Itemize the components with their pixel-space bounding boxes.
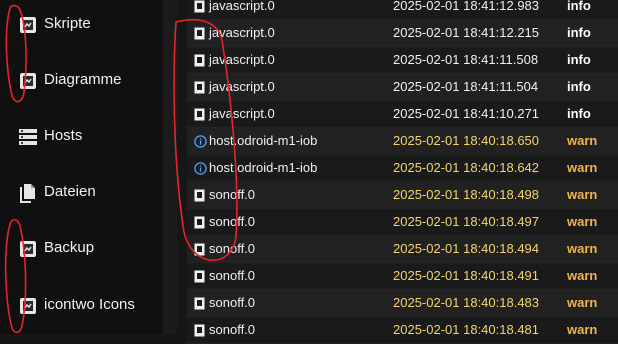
sidebar-item-icontwo-icons[interactable]: icontwo Icons (0, 285, 163, 325)
log-row[interactable]: sonoff.0 2025-02-01 18:40:18.498 warn (187, 182, 618, 209)
log-timestamp: 2025-02-01 18:40:18.483 (393, 295, 540, 310)
sidebar-item-label: Diagramme (44, 71, 122, 88)
icons-icon (17, 295, 39, 317)
adapter-icon (194, 216, 205, 229)
log-row[interactable]: sonoff.0 2025-02-01 18:40:18.483 warn (187, 290, 618, 317)
log-source: sonoff.0 (209, 268, 256, 283)
log-timestamp: 2025-02-01 18:40:18.498 (393, 187, 540, 202)
info-circle-icon (194, 162, 207, 175)
adapter-icon (194, 54, 205, 67)
log-row[interactable]: sonoff.0 2025-02-01 18:40:18.494 warn (187, 236, 618, 263)
log-level: warn (567, 268, 598, 283)
adapter-icon (194, 108, 205, 121)
sidebar-item-backup[interactable]: Backup (0, 228, 163, 268)
log-table: javascript.0 2025-02-01 18:41:12.983 info j… (187, 0, 618, 344)
backup-icon (17, 238, 39, 260)
log-timestamp: 2025-02-01 18:40:18.494 (393, 241, 540, 256)
sidebar-item-label: Hosts (44, 127, 83, 144)
log-row[interactable]: sonoff.0 2025-02-01 18:40:18.491 warn (187, 263, 618, 290)
sidebar-item-skripte[interactable]: Skripte (0, 4, 163, 44)
sidebar-item-hosts[interactable]: Hosts (0, 116, 163, 156)
log-row[interactable]: javascript.0 2025-02-01 18:41:11.504 info (187, 74, 618, 101)
script-icon (17, 14, 39, 36)
log-timestamp: 2025-02-01 18:40:18.642 (393, 160, 540, 175)
log-level: warn (567, 214, 598, 229)
sidebar-item-dateien[interactable]: Dateien (0, 172, 163, 212)
log-row[interactable]: javascript.0 2025-02-01 18:41:12.983 info (187, 0, 618, 20)
log-source: sonoff.0 (209, 322, 256, 337)
log-source: sonoff.0 (209, 295, 256, 310)
log-source: sonoff.0 (209, 214, 256, 229)
adapter-icon (194, 0, 205, 13)
log-source: host.odroid-m1-iob (209, 133, 318, 148)
log-timestamp: 2025-02-01 18:41:12.215 (393, 25, 540, 40)
log-level: warn (567, 295, 598, 310)
log-source: javascript.0 (209, 79, 275, 94)
log-source: sonoff.0 (209, 241, 256, 256)
log-timestamp: 2025-02-01 18:41:11.504 (393, 79, 539, 94)
log-level: info (567, 79, 591, 94)
log-level: info (567, 106, 591, 121)
log-level: warn (567, 133, 598, 148)
files-icon (17, 182, 39, 204)
log-row[interactable]: javascript.0 2025-02-01 18:41:12.215 info (187, 20, 618, 47)
log-level: warn (567, 322, 598, 337)
log-timestamp: 2025-02-01 18:41:11.508 (393, 52, 539, 67)
log-level: info (567, 0, 591, 13)
log-row[interactable]: sonoff.0 2025-02-01 18:40:18.497 warn (187, 209, 618, 236)
log-source: javascript.0 (209, 106, 275, 121)
sidebar-item-diagramme[interactable]: Diagramme (0, 60, 163, 100)
adapter-icon (194, 324, 205, 337)
info-circle-icon (194, 135, 207, 148)
hosts-icon (17, 126, 39, 148)
log-row[interactable]: host.odroid-m1-iob 2025-02-01 18:40:18.65… (187, 128, 618, 155)
sidebar-item-label: icontwo Icons (44, 296, 135, 313)
log-timestamp: 2025-02-01 18:40:18.481 (393, 322, 540, 337)
log-level: warn (567, 160, 598, 175)
log-level: info (567, 25, 591, 40)
log-source: sonoff.0 (209, 187, 256, 202)
log-timestamp: 2025-02-01 18:41:12.983 (393, 0, 540, 13)
log-timestamp: 2025-02-01 18:40:18.497 (393, 214, 540, 229)
adapter-icon (194, 189, 205, 202)
sidebar: Skripte Diagramme Hosts Dateien Backup i… (0, 0, 163, 334)
log-row[interactable]: sonoff.0 2025-02-01 18:40:18.481 warn (187, 317, 618, 344)
log-level: info (567, 52, 591, 67)
adapter-icon (194, 27, 205, 40)
log-source: host.odroid-m1-iob (209, 160, 318, 175)
log-timestamp: 2025-02-01 18:41:10.271 (393, 106, 540, 121)
log-timestamp: 2025-02-01 18:40:18.491 (393, 268, 540, 283)
adapter-icon (194, 270, 205, 283)
log-level: warn (567, 187, 598, 202)
sidebar-divider (163, 0, 177, 334)
log-timestamp: 2025-02-01 18:40:18.650 (393, 133, 540, 148)
log-source: javascript.0 (209, 25, 275, 40)
adapter-icon (194, 297, 205, 310)
log-source: javascript.0 (209, 52, 275, 67)
log-row[interactable]: javascript.0 2025-02-01 18:41:10.271 info (187, 101, 618, 128)
log-source: javascript.0 (209, 0, 275, 13)
sidebar-item-label: Dateien (44, 183, 96, 200)
sidebar-item-label: Backup (44, 239, 95, 256)
log-level: warn (567, 241, 598, 256)
sidebar-item-label: Skripte (44, 15, 91, 32)
adapter-icon (194, 243, 205, 256)
chart-icon (17, 70, 39, 92)
log-row[interactable]: host.odroid-m1-iob 2025-02-01 18:40:18.64… (187, 155, 618, 182)
log-row[interactable]: javascript.0 2025-02-01 18:41:11.508 info (187, 47, 618, 74)
adapter-icon (194, 81, 205, 94)
